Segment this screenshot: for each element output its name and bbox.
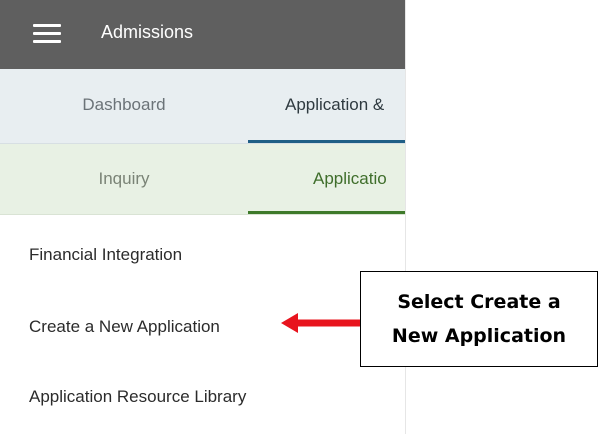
tab-dashboard[interactable]: Dashboard: [0, 69, 248, 143]
annotation-callout-box: Select Create a New Application: [360, 271, 598, 367]
tab-application-active[interactable]: Application &: [248, 69, 405, 143]
screenshot-canvas: Admissions Dashboard Application & Inqui…: [0, 0, 611, 434]
menu-item-create-new-application[interactable]: Create a New Application: [29, 317, 220, 337]
hamburger-menu-icon[interactable]: [33, 24, 61, 43]
sub-nav-tabs: Inquiry Applicatio: [0, 144, 405, 215]
subtab-applications-active[interactable]: Applicatio: [248, 144, 405, 214]
app-header: Admissions: [0, 0, 405, 69]
admissions-app-panel: Admissions Dashboard Application & Inqui…: [0, 0, 406, 434]
left-arrow-icon: [281, 313, 361, 333]
top-nav-tabs: Dashboard Application &: [0, 69, 405, 144]
callout-text: Select Create a New Application: [391, 291, 567, 347]
menu-item-financial-integration[interactable]: Financial Integration: [29, 245, 182, 265]
menu-item-application-resource-library[interactable]: Application Resource Library: [29, 387, 246, 407]
subtab-inquiry[interactable]: Inquiry: [0, 144, 248, 214]
app-title: Admissions: [101, 22, 194, 42]
